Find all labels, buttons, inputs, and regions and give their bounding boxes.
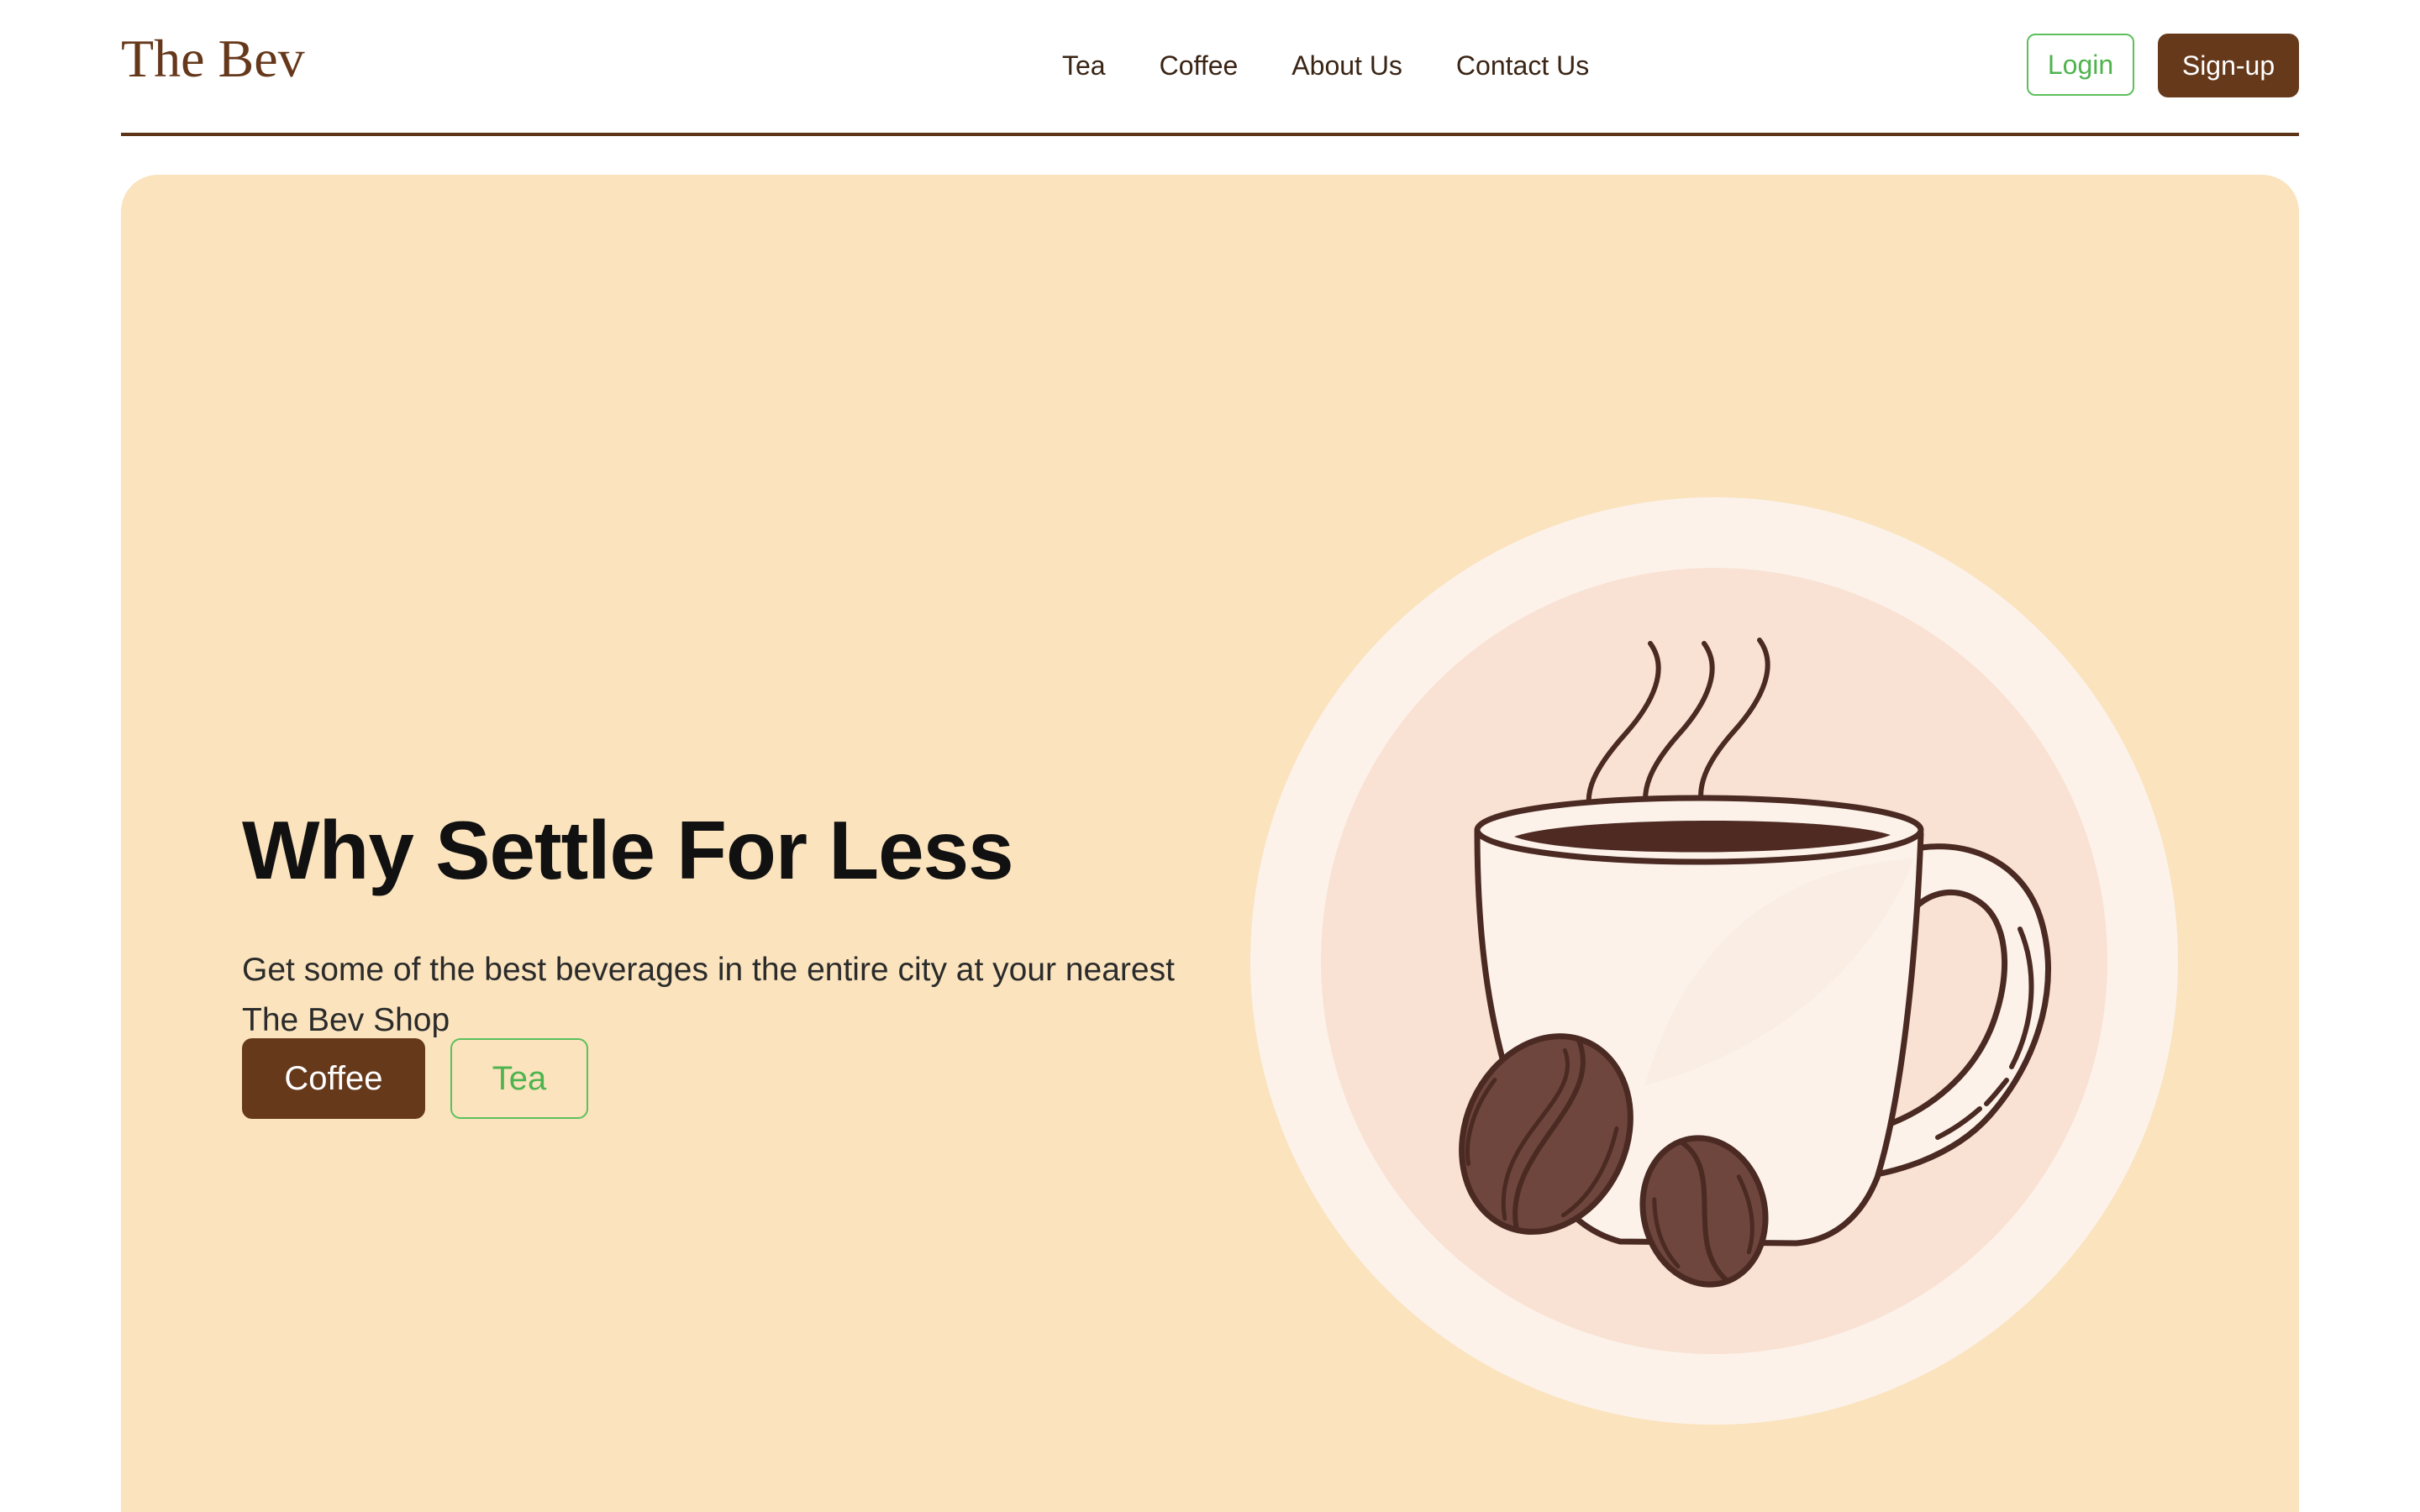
hero-title: Why Settle For Less	[242, 804, 1014, 896]
hero-subtitle: Get some of the best beverages in the en…	[242, 952, 1175, 1038]
nav-item-tea[interactable]: Tea	[1062, 50, 1106, 81]
coffee-button[interactable]: Coffee	[242, 1038, 425, 1119]
tea-button[interactable]: Tea	[450, 1038, 588, 1119]
page: The Bev Tea Coffee About Us Contact Us L…	[0, 0, 2420, 1512]
nav-item-coffee[interactable]: Coffee	[1160, 50, 1239, 81]
signup-button[interactable]: Sign-up	[2158, 34, 2299, 97]
login-button[interactable]: Login	[2027, 34, 2134, 96]
main-nav: Tea Coffee About Us Contact Us	[1062, 44, 1589, 87]
nav-item-contact-us[interactable]: Contact Us	[1456, 50, 1589, 81]
logo[interactable]: The Bev	[121, 25, 305, 92]
nav-item-about-us[interactable]: About Us	[1292, 50, 1402, 81]
coffee-cup-with-beans-icon	[1250, 497, 2178, 1425]
hero-section: Why Settle For Less Get some of the best…	[121, 175, 2299, 1512]
site-header: The Bev Tea Coffee About Us Contact Us L…	[121, 0, 2299, 136]
